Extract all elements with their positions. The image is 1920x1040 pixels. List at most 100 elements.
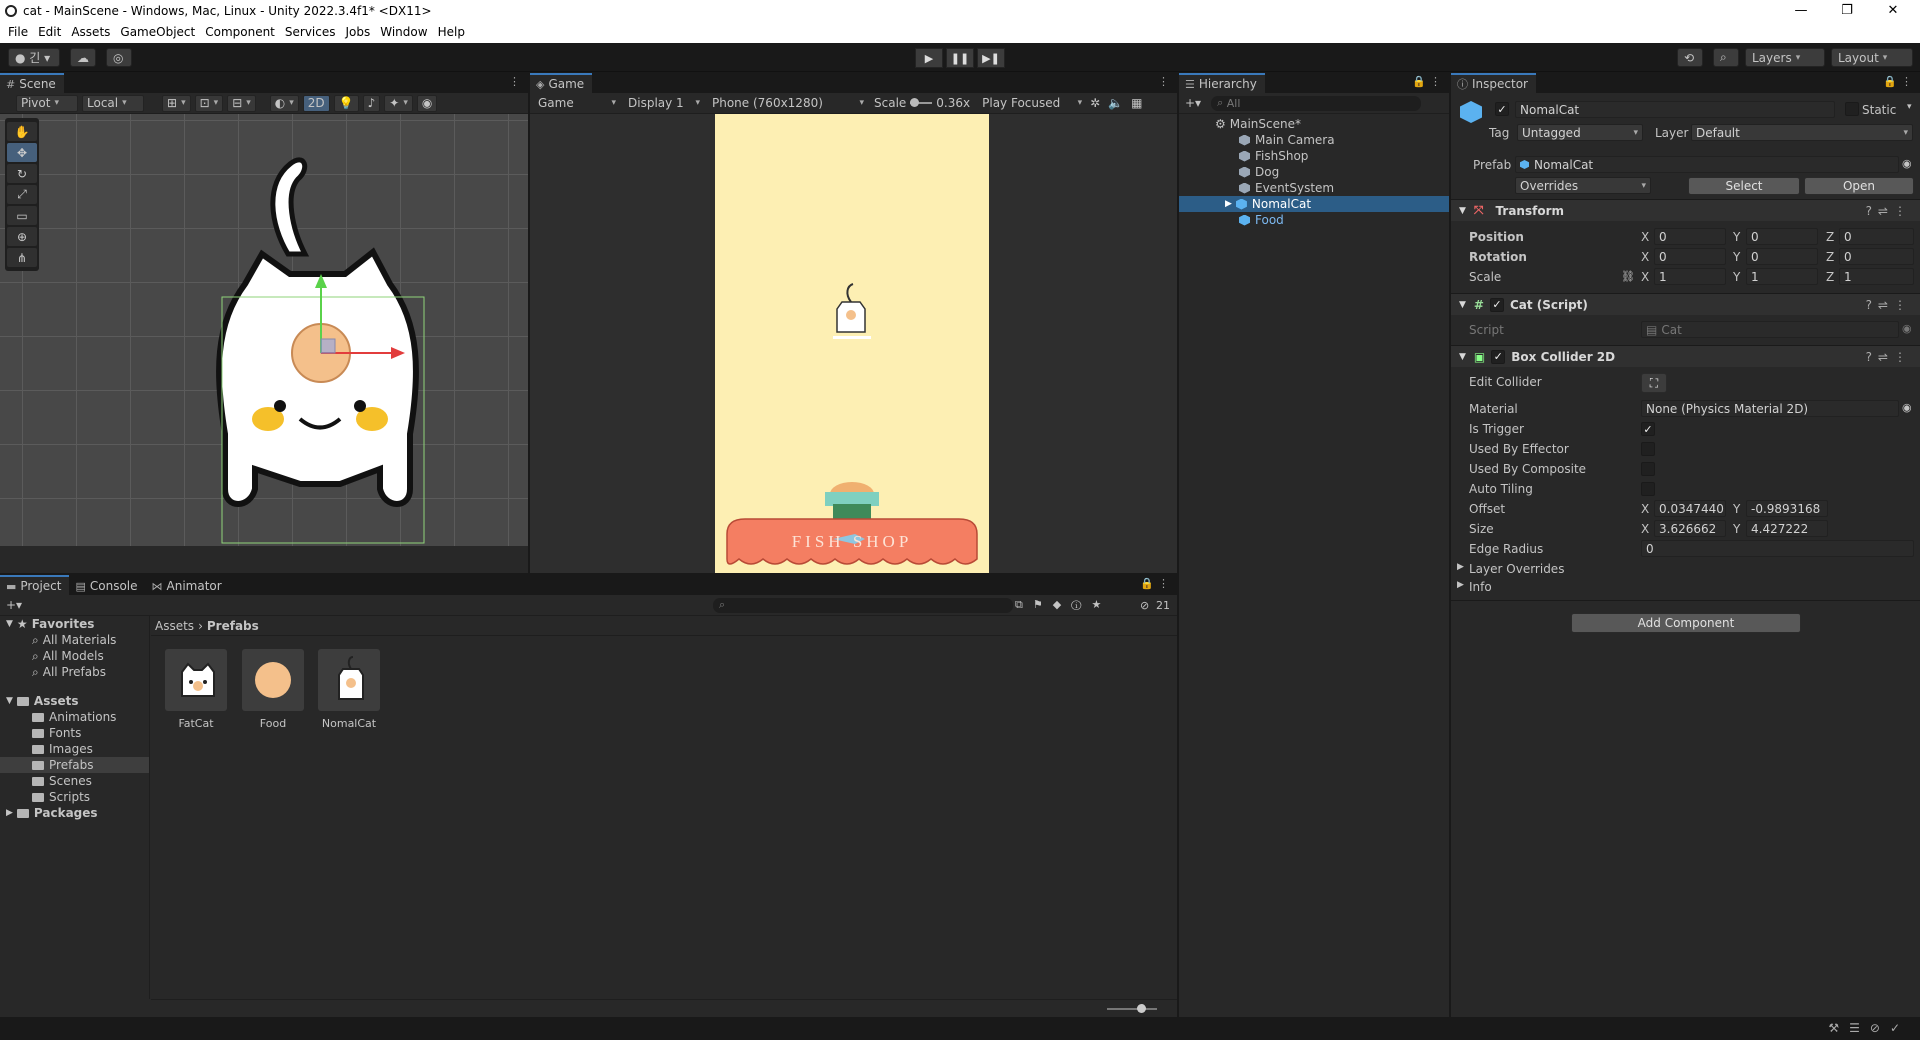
- transform-header[interactable]: ▼ ⤧ Transform ?⇌⋮: [1451, 199, 1920, 221]
- layer-overrides-foldout[interactable]: Layer Overrides: [1469, 562, 1564, 576]
- menu-file[interactable]: File: [3, 25, 33, 39]
- component-menu-icons[interactable]: ?⇌⋮: [1866, 298, 1912, 312]
- hierarchy-item-nomalcat[interactable]: ▶ NomalCat: [1179, 196, 1449, 212]
- tab-scene[interactable]: # Scene: [0, 73, 64, 93]
- foldout-arrow-icon[interactable]: ▼: [1459, 352, 1466, 362]
- object-picker-icon[interactable]: ◉: [1902, 157, 1912, 170]
- draw-mode-button[interactable]: ◐: [269, 94, 299, 112]
- folder-scripts[interactable]: Scripts: [0, 789, 149, 805]
- folder-images[interactable]: Images: [0, 741, 149, 757]
- hierarchy-item-main-camera[interactable]: Main Camera: [1179, 132, 1449, 148]
- position-x-field[interactable]: 0: [1654, 228, 1726, 245]
- cloud-button[interactable]: ☁: [70, 48, 96, 67]
- hierarchy-item-dog[interactable]: Dog: [1179, 164, 1449, 180]
- object-picker-icon[interactable]: ◉: [1902, 401, 1912, 414]
- mute-icon[interactable]: 🔈: [1108, 96, 1123, 110]
- pause-button[interactable]: ❚❚: [946, 48, 974, 68]
- auto-tiling-checkbox[interactable]: [1641, 482, 1655, 496]
- step-button[interactable]: ▶❚: [977, 48, 1005, 68]
- grid-snap-button[interactable]: ⊞: [162, 94, 191, 112]
- hidden-packages-icon[interactable]: ⊘: [1140, 599, 1149, 612]
- lighting-toggle[interactable]: 💡: [333, 94, 359, 112]
- folder-prefabs[interactable]: Prefabs: [0, 757, 149, 773]
- increment-snap-button[interactable]: ⊟: [227, 94, 256, 112]
- cat-script-header[interactable]: ▼ # ✓ Cat (Script) ?⇌⋮: [1451, 293, 1920, 315]
- 2d-toggle[interactable]: 2D: [302, 94, 330, 112]
- audio-toggle[interactable]: ♪: [362, 94, 381, 112]
- component-menu-icons[interactable]: ?⇌⋮: [1866, 204, 1912, 218]
- menu-help[interactable]: Help: [433, 25, 470, 39]
- display-dropdown[interactable]: Display 1: [624, 95, 704, 112]
- menu-edit[interactable]: Edit: [33, 25, 66, 39]
- menu-gameobject[interactable]: GameObject: [115, 25, 200, 39]
- panel-menu-icon[interactable]: 🔒⋮: [1140, 577, 1173, 590]
- layers-dropdown[interactable]: Layers: [1745, 48, 1825, 67]
- layout-dropdown[interactable]: Layout: [1831, 48, 1913, 67]
- cat-script-enabled-checkbox[interactable]: ✓: [1489, 297, 1504, 312]
- hierarchy-item-eventsystem[interactable]: EventSystem: [1179, 180, 1449, 196]
- panel-menu-icon[interactable]: 🔒⋮: [1412, 75, 1445, 88]
- game-view-dropdown[interactable]: Game: [534, 95, 620, 112]
- edit-collider-button[interactable]: ⛶: [1641, 373, 1667, 393]
- game-viewport[interactable]: FISH SHOP: [530, 114, 1177, 573]
- thumbnail-size-slider[interactable]: [1107, 1004, 1157, 1013]
- panel-menu-icon[interactable]: 🔒⋮: [1883, 75, 1916, 88]
- minimize-button[interactable]: —: [1778, 0, 1824, 21]
- scale-z-field[interactable]: 1: [1839, 268, 1914, 285]
- expand-arrow-icon[interactable]: ▶: [1225, 199, 1232, 209]
- tab-animator[interactable]: ⋈ Animator: [145, 575, 230, 595]
- foldout-arrow-icon[interactable]: ▶: [1457, 562, 1464, 572]
- scale-x-field[interactable]: 1: [1654, 268, 1726, 285]
- object-name-field[interactable]: NomalCat: [1515, 101, 1835, 118]
- menu-assets[interactable]: Assets: [66, 25, 115, 39]
- foldout-arrow-icon[interactable]: ▼: [1459, 300, 1466, 310]
- resolution-dropdown[interactable]: Phone (760x1280): [708, 95, 868, 112]
- position-y-field[interactable]: 0: [1746, 228, 1818, 245]
- tab-project[interactable]: ▬ Project: [0, 575, 70, 595]
- history-button[interactable]: ⟲: [1677, 48, 1703, 67]
- stats-icon[interactable]: ▦: [1131, 96, 1142, 110]
- status-icons[interactable]: ⚒☰⊘✓: [1828, 1021, 1910, 1035]
- layer-dropdown[interactable]: Default: [1691, 124, 1913, 141]
- asset-food[interactable]: Food: [242, 649, 304, 730]
- effects-toggle[interactable]: ✦: [384, 94, 413, 112]
- static-dropdown-arrow-icon[interactable]: ▾: [1907, 102, 1912, 112]
- add-component-button[interactable]: Add Component: [1571, 613, 1801, 633]
- collab-button[interactable]: ◎: [106, 48, 132, 67]
- favorite-all-models[interactable]: ⌕ All Models: [0, 648, 149, 664]
- offset-y-field[interactable]: -0.9893168: [1746, 500, 1828, 517]
- panel-menu-icon[interactable]: ⋮: [509, 75, 524, 88]
- edge-radius-field[interactable]: 0: [1641, 540, 1914, 557]
- favorite-all-prefabs[interactable]: ⌕ All Prefabs: [0, 664, 149, 680]
- menu-window[interactable]: Window: [375, 25, 432, 39]
- box-collider-enabled-checkbox[interactable]: ✓: [1491, 349, 1506, 364]
- hierarchy-search-input[interactable]: ⌕ All: [1211, 95, 1422, 111]
- rotation-x-field[interactable]: 0: [1654, 248, 1726, 265]
- static-checkbox[interactable]: [1845, 102, 1859, 116]
- close-button[interactable]: ✕: [1870, 0, 1916, 21]
- foldout-arrow-icon[interactable]: ▼: [1459, 206, 1466, 216]
- local-dropdown[interactable]: Local: [82, 94, 144, 112]
- box-collider-header[interactable]: ▼ ▣ ✓ Box Collider 2D ?⇌⋮: [1451, 345, 1920, 367]
- visibility-toggle[interactable]: ◉: [416, 94, 438, 112]
- scale-slider[interactable]: [910, 98, 933, 107]
- maximize-button[interactable]: ❐: [1824, 0, 1870, 21]
- project-filter-icons[interactable]: ⧉⚑◆ⓘ★: [1015, 598, 1111, 612]
- foldout-arrow-icon[interactable]: ▶: [1457, 580, 1464, 590]
- hierarchy-item-food[interactable]: Food: [1179, 212, 1449, 228]
- favorites-item[interactable]: ▼ ★ Favorites: [0, 616, 149, 632]
- material-field[interactable]: None (Physics Material 2D): [1641, 400, 1899, 417]
- search-button[interactable]: ⌕: [1713, 48, 1739, 67]
- panel-menu-icon[interactable]: ⋮: [1158, 75, 1173, 88]
- pivot-dropdown[interactable]: Pivot: [16, 94, 78, 112]
- size-y-field[interactable]: 4.427222: [1746, 520, 1828, 537]
- menu-component[interactable]: Component: [200, 25, 280, 39]
- component-menu-icons[interactable]: ?⇌⋮: [1866, 350, 1912, 364]
- tag-dropdown[interactable]: Untagged: [1517, 124, 1643, 141]
- used-by-effector-checkbox[interactable]: [1641, 442, 1655, 456]
- packages-folder-item[interactable]: ▶ Packages: [0, 805, 149, 821]
- menu-services[interactable]: Services: [280, 25, 341, 39]
- overrides-dropdown[interactable]: Overrides: [1515, 177, 1651, 194]
- favorite-all-materials[interactable]: ⌕ All Materials: [0, 632, 149, 648]
- position-z-field[interactable]: 0: [1839, 228, 1914, 245]
